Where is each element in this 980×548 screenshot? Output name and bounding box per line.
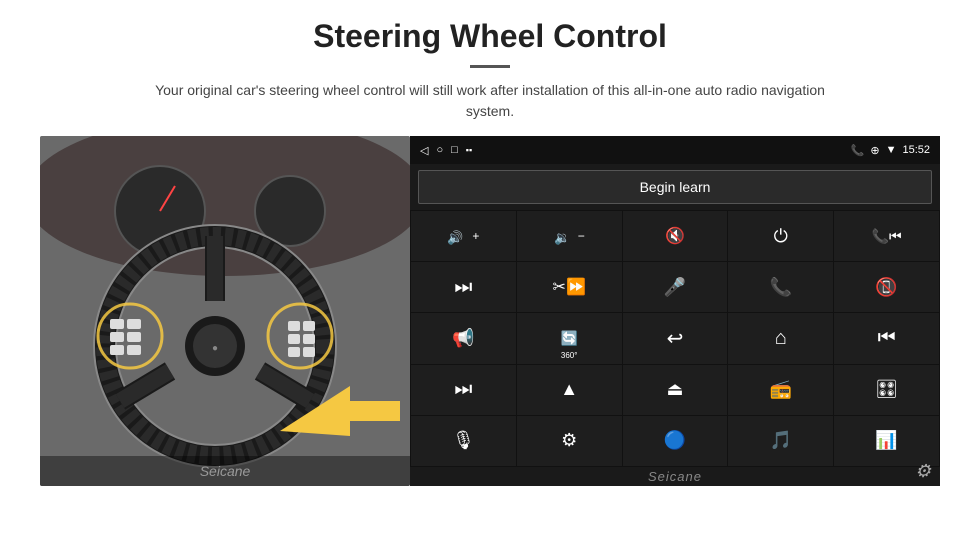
spectrum-button[interactable]: 📊 [834,416,939,466]
clock: 15:52 [902,144,930,156]
page-title: Steering Wheel Control [313,18,667,55]
statusbar: ◁ ○ □ ▪▪ 📞 ⊕ ▼ 15:52 [410,136,940,164]
gear-icon[interactable]: ⚙ [915,461,932,482]
vol-up-button[interactable]: 🔊 + [411,211,516,261]
mic-button[interactable]: 🎤 [623,262,728,312]
vol-down-button[interactable]: 🔉 − [517,211,622,261]
rewind-button[interactable]: ⏮ [834,313,939,363]
wifi-icon: ▼ [886,144,897,156]
radio-button[interactable]: 📻 [728,365,833,415]
android-panel: ◁ ○ □ ▪▪ 📞 ⊕ ▼ 15:52 Begin learn [410,136,940,486]
content-area: ● [40,136,940,548]
bluetooth-button[interactable]: 🔵 [623,416,728,466]
next-track-button[interactable]: ⏭ [411,262,516,312]
power-button[interactable]: ⏻ [728,211,833,261]
phone-icon: 📞 [851,144,865,157]
home-button[interactable]: ⌂ [728,313,833,363]
steering-wheel-image: ● [40,136,410,486]
mic2-button[interactable]: 🎙 [411,416,516,466]
back-button[interactable]: ↩ [623,313,728,363]
svg-text:🔉: 🔉 [554,230,570,246]
mute-button[interactable]: 🔇 [623,211,728,261]
navigate-button[interactable]: ▲ [517,365,622,415]
eject-button[interactable]: ⏏ [623,365,728,415]
home-nav-icon[interactable]: ○ [436,144,443,156]
svg-text:●: ● [212,343,218,354]
watermark-row: Seicane ⚙ [410,467,940,486]
page-container: Steering Wheel Control Your original car… [0,0,980,548]
begin-learn-button[interactable]: Begin learn [418,170,932,204]
statusbar-status: 📞 ⊕ ▼ 15:52 [851,144,930,157]
page-subtitle: Your original car's steering wheel contr… [140,80,840,122]
controls-grid: 🔊 + 🔉 − 🔇 ⏻ 📞⏮ ⏭ [410,210,940,467]
music-button[interactable]: 🎵 [728,416,833,466]
fast-fwd-button[interactable]: ✂⏩ [517,262,622,312]
horn-button[interactable]: 📢 [411,313,516,363]
eq-button[interactable]: 🎛 [834,365,939,415]
watermark-text: Seicane [648,469,702,484]
statusbar-nav: ◁ ○ □ ▪▪ [420,144,472,157]
signal-icon: ▪▪ [466,145,472,155]
svg-text:🔊: 🔊 [447,229,463,246]
call-button[interactable]: 📞 [728,262,833,312]
begin-learn-row: Begin learn [410,164,940,210]
360cam-button[interactable]: 🔄 360° [517,313,622,363]
title-divider [470,65,510,68]
steering-wheel-svg: ● [40,136,410,486]
gps-icon: ⊕ [870,144,879,157]
skip-fwd-button[interactable]: ⏭ [411,365,516,415]
phone-prev-button[interactable]: 📞⏮ [834,211,939,261]
recents-nav-icon[interactable]: □ [451,144,458,156]
settings-button[interactable]: ⚙ [517,416,622,466]
back-nav-icon[interactable]: ◁ [420,144,428,157]
hang-up-button[interactable]: 📵 [834,262,939,312]
svg-text:Seicane: Seicane [200,463,251,479]
